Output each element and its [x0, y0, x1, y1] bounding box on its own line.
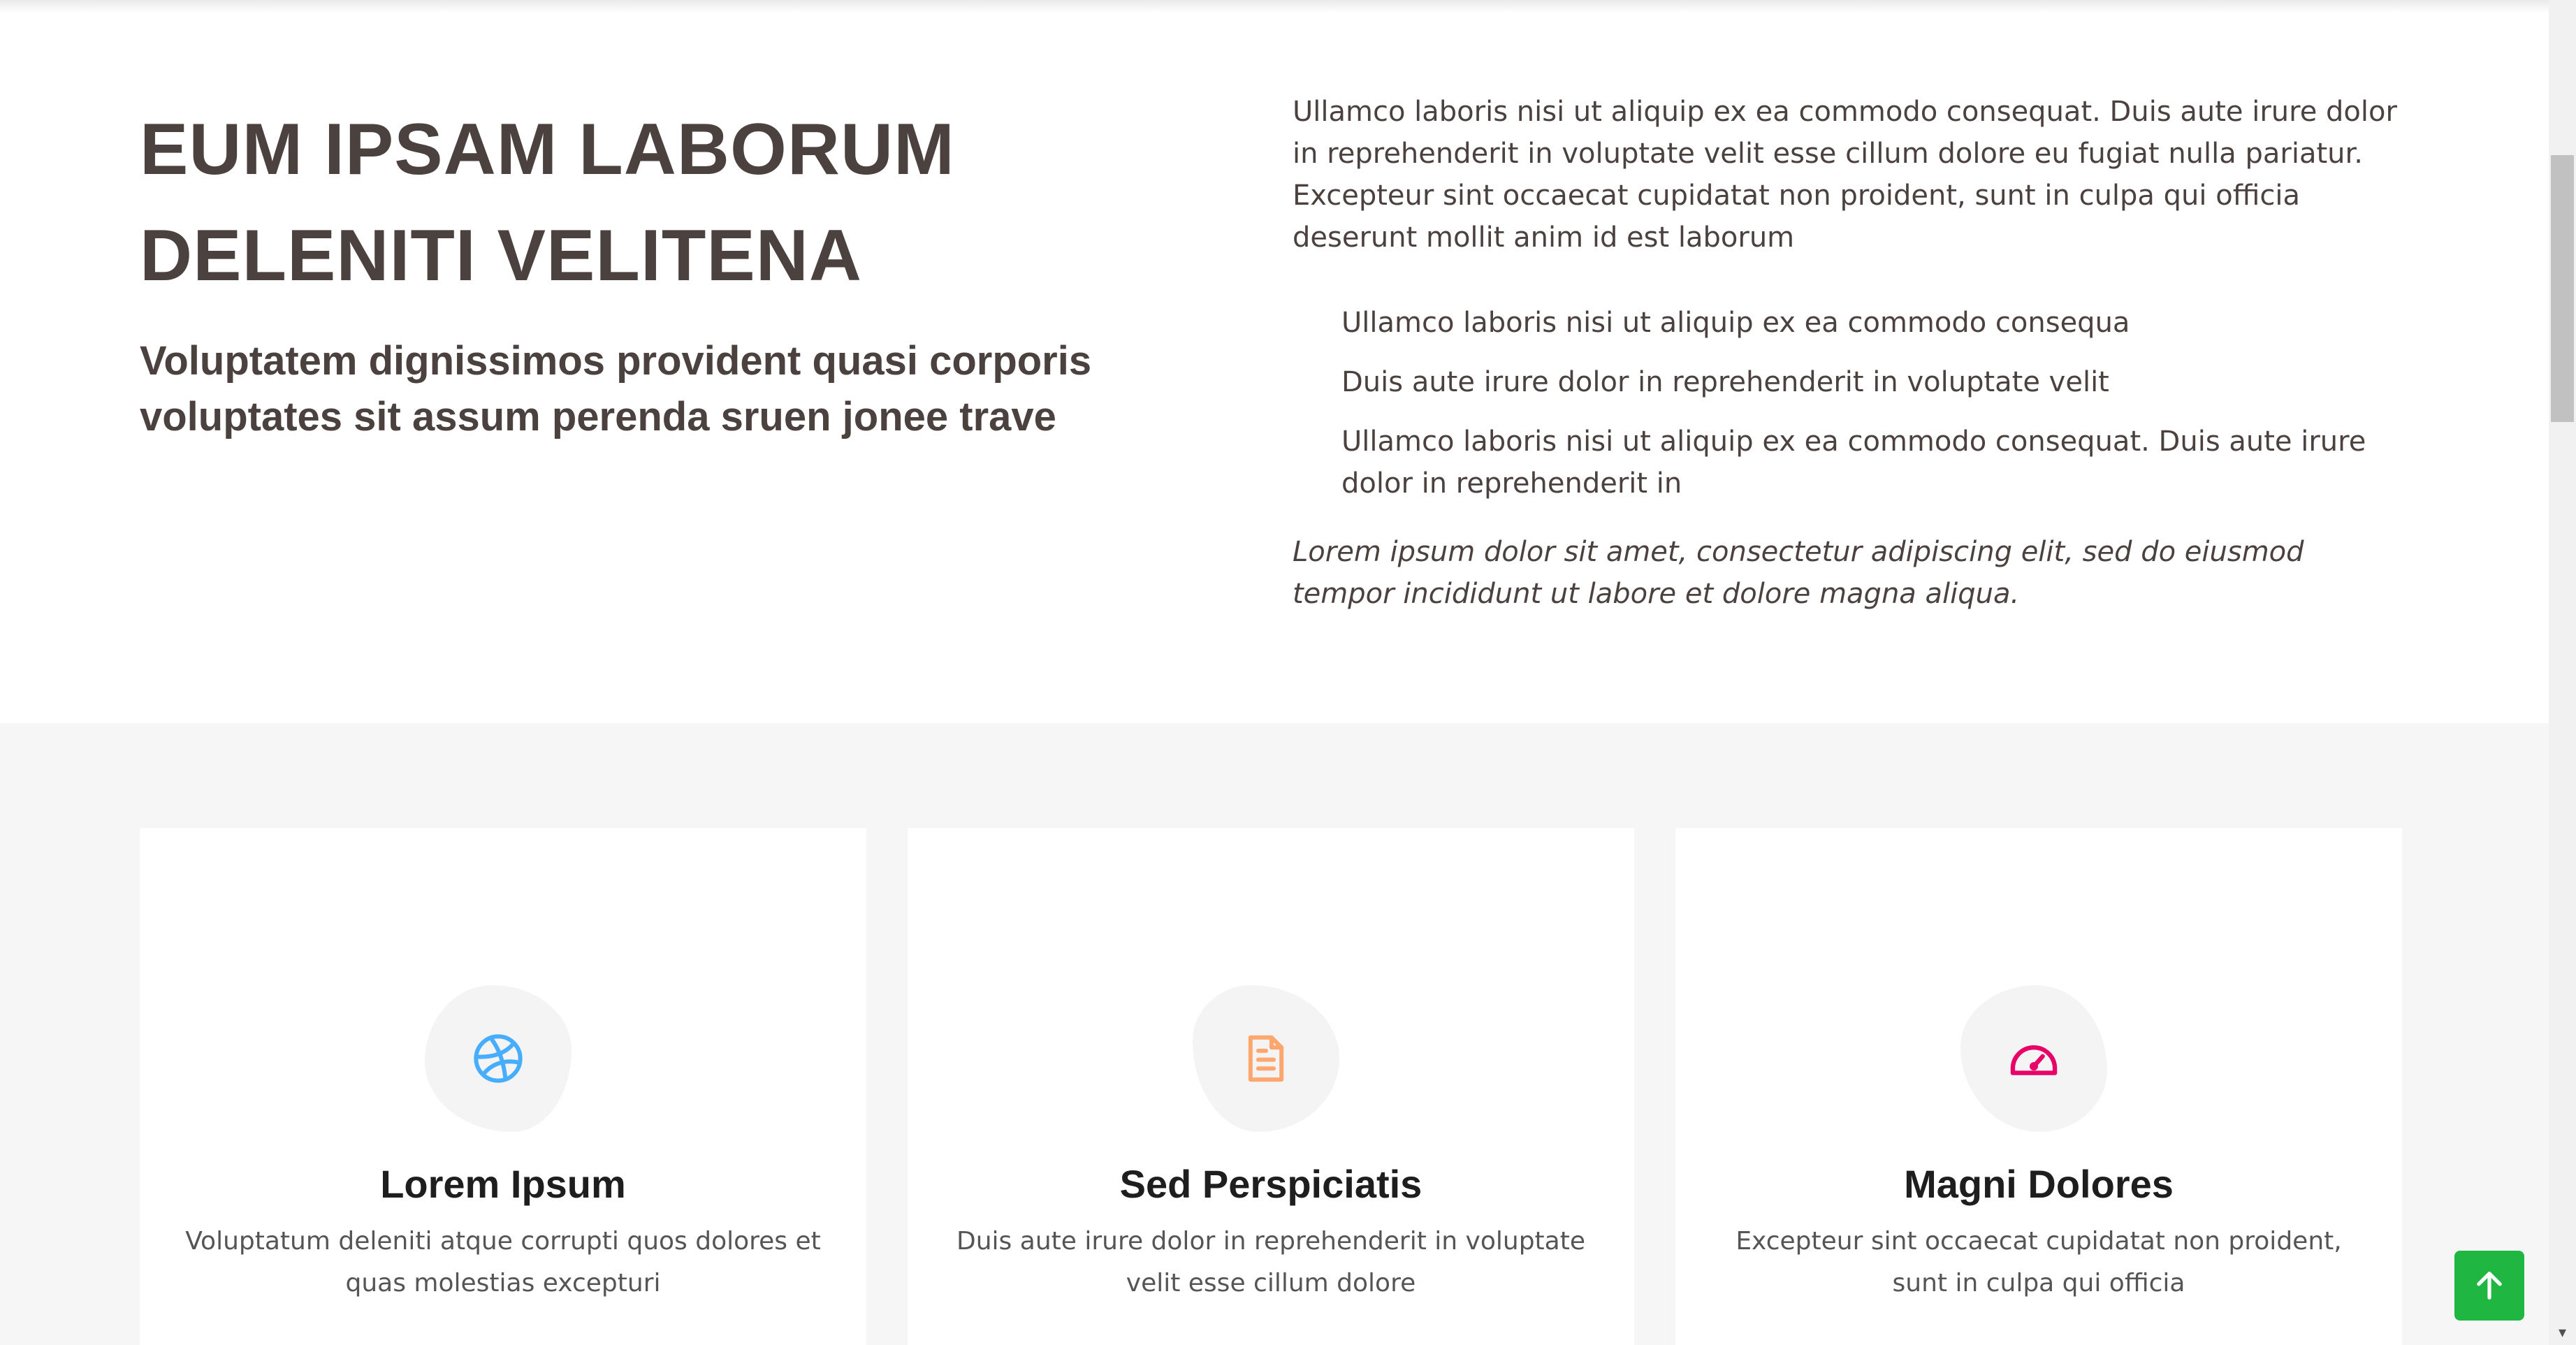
- about-list: Ullamco laboris nisi ut aliquip ex ea co…: [1293, 302, 2410, 504]
- service-title[interactable]: Lorem Ipsum: [140, 1156, 866, 1212]
- service-description: Voluptatum deleniti atque corrupti quos …: [185, 1227, 821, 1297]
- service-title[interactable]: Magni Dolores: [1675, 1156, 2402, 1212]
- icon-blob: [1960, 985, 2107, 1132]
- service-description: Duis aute irure dolor in reprehenderit i…: [956, 1227, 1585, 1297]
- icon-blob: [425, 985, 572, 1132]
- about-subtitle: Voluptatem dignissimos provident quasi c…: [140, 338, 1092, 439]
- list-item: Ullamco laboris nisi ut aliquip ex ea co…: [1341, 307, 2130, 339]
- service-card-magni-dolores[interactable]: Magni Dolores Excepteur sint occaecat cu…: [1675, 828, 2402, 1345]
- back-to-top-button[interactable]: [2454, 1251, 2524, 1321]
- service-title[interactable]: Sed Perspiciatis: [908, 1156, 1634, 1212]
- scroll-down-arrow-icon[interactable]: ▾: [2549, 1320, 2576, 1345]
- about-title: EUM IPSAM LABORUM DELENITI VELITENA: [140, 109, 955, 296]
- service-description: Excepteur sint occaecat cupidatat non pr…: [1735, 1227, 2342, 1297]
- arrow-up-icon: [2477, 1272, 2502, 1300]
- about-content: Ullamco laboris nisi ut aliquip ex ea co…: [1293, 91, 2410, 615]
- service-card-sed-perspiciatis[interactable]: Sed Perspiciatis Duis aute irure dolor i…: [908, 828, 1634, 1345]
- services-section: Lorem Ipsum Voluptatum deleniti atque co…: [0, 723, 2549, 1345]
- about-section: EUM IPSAM LABORUM DELENITI VELITENA Volu…: [0, 0, 2549, 723]
- header-shadow: [0, 0, 2549, 13]
- file-text-icon: [1248, 1035, 1284, 1082]
- about-italic-text: Lorem ipsum dolor sit amet, consectetur …: [1293, 536, 2304, 610]
- speedometer-icon: [2010, 1045, 2058, 1075]
- service-card-lorem-ipsum[interactable]: Lorem Ipsum Voluptatum deleniti atque co…: [140, 828, 866, 1345]
- dribbble-icon: [474, 1034, 523, 1083]
- about-paragraph: Ullamco laboris nisi ut aliquip ex ea co…: [1293, 96, 2397, 254]
- list-item: Duis aute irure dolor in reprehenderit i…: [1341, 366, 2109, 398]
- vertical-scrollbar[interactable]: ▾: [2549, 0, 2576, 1345]
- list-item: Ullamco laboris nisi ut aliquip ex ea co…: [1341, 426, 2366, 500]
- page: EUM IPSAM LABORUM DELENITI VELITENA Volu…: [0, 0, 2576, 1345]
- scrollbar-thumb[interactable]: [2551, 155, 2574, 422]
- icon-blob: [1193, 985, 1339, 1132]
